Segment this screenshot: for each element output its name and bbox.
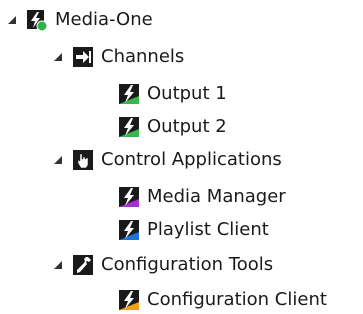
tree-item-configuration-client[interactable]: Configuration Client xyxy=(118,283,327,314)
tree-item-label: Control Applications xyxy=(101,149,282,170)
tree-item-media-manager[interactable]: Media Manager xyxy=(118,180,286,214)
lightning-config-icon xyxy=(118,289,140,311)
tree-item-output-2[interactable]: Output 2 xyxy=(118,110,227,144)
tree-item-label: Configuration Tools xyxy=(101,254,274,275)
hand-pointer-icon xyxy=(72,149,94,171)
channels-arrow-icon xyxy=(72,46,94,68)
tree-item-label: Playlist Client xyxy=(147,219,269,240)
tree-item-label: Output 2 xyxy=(147,116,227,137)
tree-item-output-1[interactable]: Output 1 xyxy=(118,77,227,111)
lightning-output-icon xyxy=(118,116,140,138)
expand-triangle-icon[interactable] xyxy=(52,143,64,177)
tree-item-playlist-client[interactable]: Playlist Client xyxy=(118,213,269,247)
tree-view: Media-One Channels Output 1 Output 2 Con… xyxy=(0,0,363,314)
tree-item-label: Media Manager xyxy=(147,186,286,207)
wrench-icon xyxy=(72,254,94,276)
tree-item-label: Channels xyxy=(101,46,185,67)
tree-item-control-applications[interactable]: Control Applications xyxy=(52,143,282,177)
tree-item-label: Media-One xyxy=(55,9,153,30)
tree-item-channels[interactable]: Channels xyxy=(52,40,184,74)
tree-item-media-one[interactable]: Media-One xyxy=(6,3,153,37)
lightning-playlist-icon xyxy=(118,219,140,241)
lightning-media-manager-icon xyxy=(118,186,140,208)
expand-triangle-icon[interactable] xyxy=(52,248,64,282)
tree-item-label: Configuration Client xyxy=(147,289,327,310)
expand-triangle-icon[interactable] xyxy=(6,3,18,37)
expand-triangle-icon[interactable] xyxy=(52,40,64,74)
tree-item-label: Output 1 xyxy=(147,83,227,104)
media-one-server-icon xyxy=(26,9,48,31)
tree-item-configuration-tools[interactable]: Configuration Tools xyxy=(52,248,273,282)
lightning-output-icon xyxy=(118,83,140,105)
